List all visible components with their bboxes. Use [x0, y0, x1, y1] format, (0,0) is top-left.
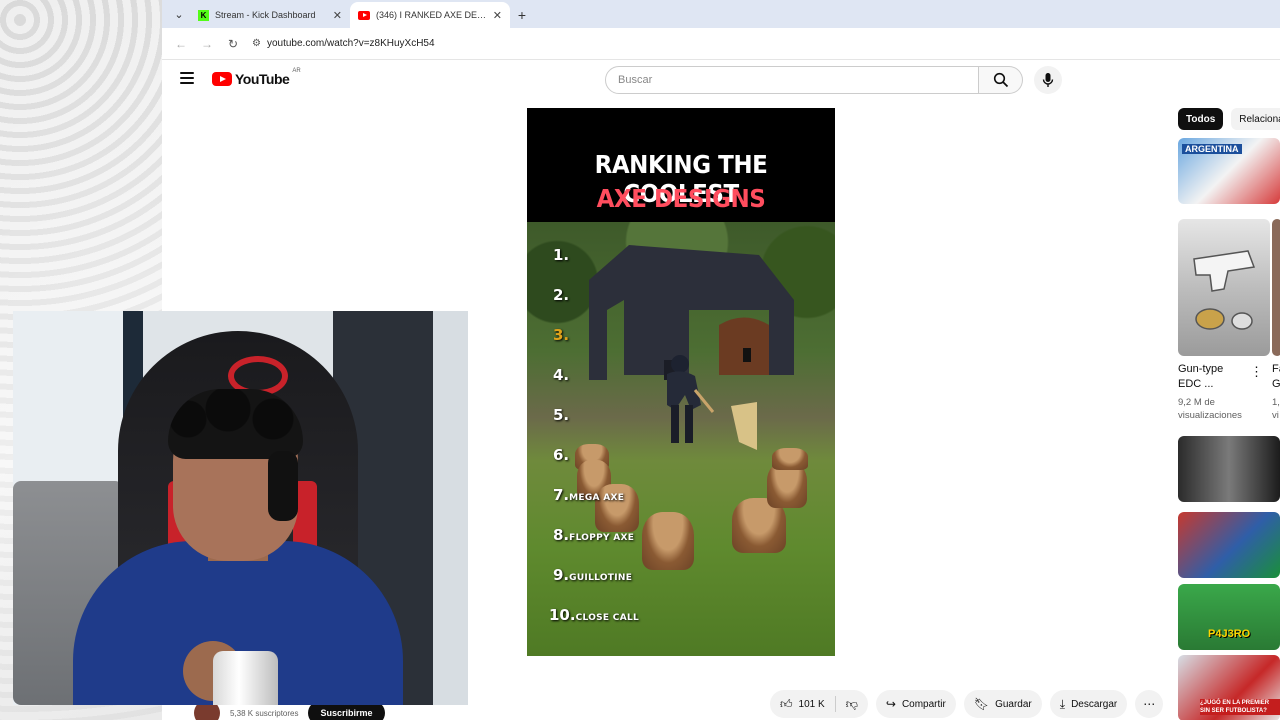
rank-item-3: 3.	[553, 326, 570, 344]
thumbs-down-icon[interactable]: 👎︎	[846, 697, 858, 712]
share-icon: ↪	[885, 697, 896, 711]
rank-item-10: 10.CLOSE CALL	[549, 606, 640, 624]
tab-search-button[interactable]: ⌄	[168, 3, 190, 25]
back-button[interactable]: ←	[170, 33, 192, 55]
video-thumbnail[interactable]	[1178, 512, 1280, 578]
filter-chips: Todos Relacionados	[1178, 108, 1280, 130]
headset-icon	[268, 451, 298, 521]
screen: ⌄ K Stream - Kick Dashboard ✕ (346) I RA…	[0, 0, 1280, 720]
download-icon: ⤓	[1059, 696, 1066, 711]
address-bar: ← → ↻ ⚙ youtube.com/watch?v=z8KHuyXcH54	[162, 28, 1280, 60]
log-stump	[642, 512, 694, 570]
video-scene: 1. 2. 3. 4. 5. 6. 7.MEGA AXE 8.FLOPPY AX…	[527, 222, 835, 656]
rank-item-9: 9.GUILLOTINE	[553, 566, 633, 584]
pistol-image-icon	[1193, 250, 1256, 330]
youtube-logo[interactable]: YouTube AR	[212, 68, 301, 87]
microphone-icon	[1042, 73, 1054, 87]
url-field[interactable]: ⚙ youtube.com/watch?v=z8KHuyXcH54	[252, 38, 435, 49]
youtube-header: YouTube AR Buscar	[162, 60, 1280, 100]
chip-related[interactable]: Relacionados	[1231, 108, 1280, 130]
tab-youtube-video[interactable]: (346) I RANKED AXE DESIGNS 🪓 ✕	[350, 2, 510, 28]
rank-item-5: 5.	[553, 406, 570, 424]
more-actions-button[interactable]: ⋯	[1135, 690, 1164, 718]
more-options-icon[interactable]: ⋮	[1250, 364, 1263, 380]
voice-search-button[interactable]	[1034, 66, 1062, 94]
kick-favicon-icon: K	[198, 9, 209, 21]
forward-button[interactable]: →	[196, 33, 218, 55]
subscriber-count: 5,38 K suscriptores	[230, 708, 299, 718]
save-label: Guardar	[995, 698, 1032, 710]
thumbs-up-icon: 👍︎	[780, 696, 793, 711]
like-count: 101 K	[798, 698, 825, 710]
partial-short-title[interactable]: Fa G	[1272, 362, 1280, 392]
reload-button[interactable]: ↻	[222, 33, 244, 55]
rank-item-1: 1.	[553, 246, 570, 264]
video-title-banner: RANKING THE COOLEST AXE DESIGNS	[527, 108, 835, 222]
rank-item-8: 8.FLOPPY AXE	[553, 526, 635, 544]
thumbnail-label: ¿JUGÓ EN LA PREMIER SIN SER FUTBOLISTA?	[1200, 699, 1280, 715]
country-code: AR	[292, 68, 301, 74]
share-button[interactable]: ↪ Compartir	[875, 690, 956, 718]
search-box: Buscar	[605, 66, 1023, 94]
log-stump	[772, 448, 808, 470]
youtube-wordmark: YouTube	[235, 71, 290, 87]
chip-all[interactable]: Todos	[1178, 108, 1224, 130]
tab-bar: ⌄ K Stream - Kick Dashboard ✕ (346) I RA…	[162, 0, 1280, 28]
youtube-play-icon	[212, 72, 232, 86]
search-icon	[993, 72, 1008, 88]
rank-item-4: 4.	[553, 366, 570, 384]
short-thumbnail[interactable]	[1178, 219, 1270, 356]
video-thumbnail[interactable]: ¿JUGÓ EN LA PREMIER SIN SER FUTBOLISTA?	[1178, 655, 1280, 720]
short-thumbnail-partial[interactable]	[1272, 219, 1280, 356]
thumbnail-label: P4J3RO	[1208, 628, 1251, 640]
tab-label: Stream - Kick Dashboard	[215, 10, 316, 20]
video-thumbnail[interactable]: ARGENTINA	[1178, 138, 1280, 204]
url-text: youtube.com/watch?v=z8KHuyXcH54	[266, 38, 435, 49]
close-tab-icon[interactable]: ✕	[333, 9, 342, 22]
short-title[interactable]: Gun-type EDC ...	[1178, 362, 1248, 392]
webcam-overlay	[13, 311, 468, 705]
youtube-favicon-icon	[358, 10, 370, 20]
menu-icon[interactable]	[180, 72, 194, 84]
download-label: Descargar	[1071, 698, 1118, 710]
short-views-line2: visualizaciones	[1178, 410, 1242, 421]
tab-label: (346) I RANKED AXE DESIGNS 🪓	[376, 9, 487, 20]
shorts-video-player[interactable]: RANKING THE COOLEST AXE DESIGNS 1. 2. 3.…	[527, 108, 835, 656]
site-info-icon[interactable]: ⚙	[252, 38, 261, 49]
rank-item-6: 6.	[553, 446, 570, 464]
mate-cup-icon	[213, 651, 278, 705]
new-tab-button[interactable]: +	[510, 2, 534, 28]
search-button[interactable]	[979, 66, 1023, 94]
share-label: Compartir	[901, 698, 946, 710]
partial-short-views: 1, vi	[1272, 397, 1280, 421]
video-actions: 👍︎ 101 K 👎︎ ↪ Compartir 🔖︎ Guardar ⤓ Des…	[770, 690, 1164, 718]
short-views-line1: 9,2 M de	[1178, 397, 1215, 408]
video-thumbnail[interactable]: P4J3RO	[1178, 584, 1280, 650]
close-tab-icon[interactable]: ✕	[493, 9, 502, 22]
lumberjack-figure	[667, 355, 715, 443]
rank-item-2: 2.	[553, 286, 570, 304]
video-thumbnail[interactable]	[1178, 436, 1280, 502]
axe-head-icon	[731, 402, 757, 450]
save-button[interactable]: 🔖︎ Guardar	[963, 690, 1042, 718]
download-button[interactable]: ⤓ Descargar	[1049, 690, 1128, 718]
search-input[interactable]: Buscar	[605, 66, 979, 94]
more-horizontal-icon: ⋯	[1143, 697, 1156, 711]
bookmark-icon: 🔖︎	[973, 697, 990, 711]
rank-item-7: 7.MEGA AXE	[553, 486, 625, 504]
like-button[interactable]: 👍︎ 101 K 👎︎	[770, 690, 868, 718]
tab-kick-dashboard[interactable]: K Stream - Kick Dashboard ✕	[190, 2, 350, 28]
thumbnail-label: ARGENTINA	[1182, 144, 1242, 154]
streamer-hair	[168, 389, 303, 459]
video-title-line2: AXE DESIGNS	[596, 184, 766, 213]
